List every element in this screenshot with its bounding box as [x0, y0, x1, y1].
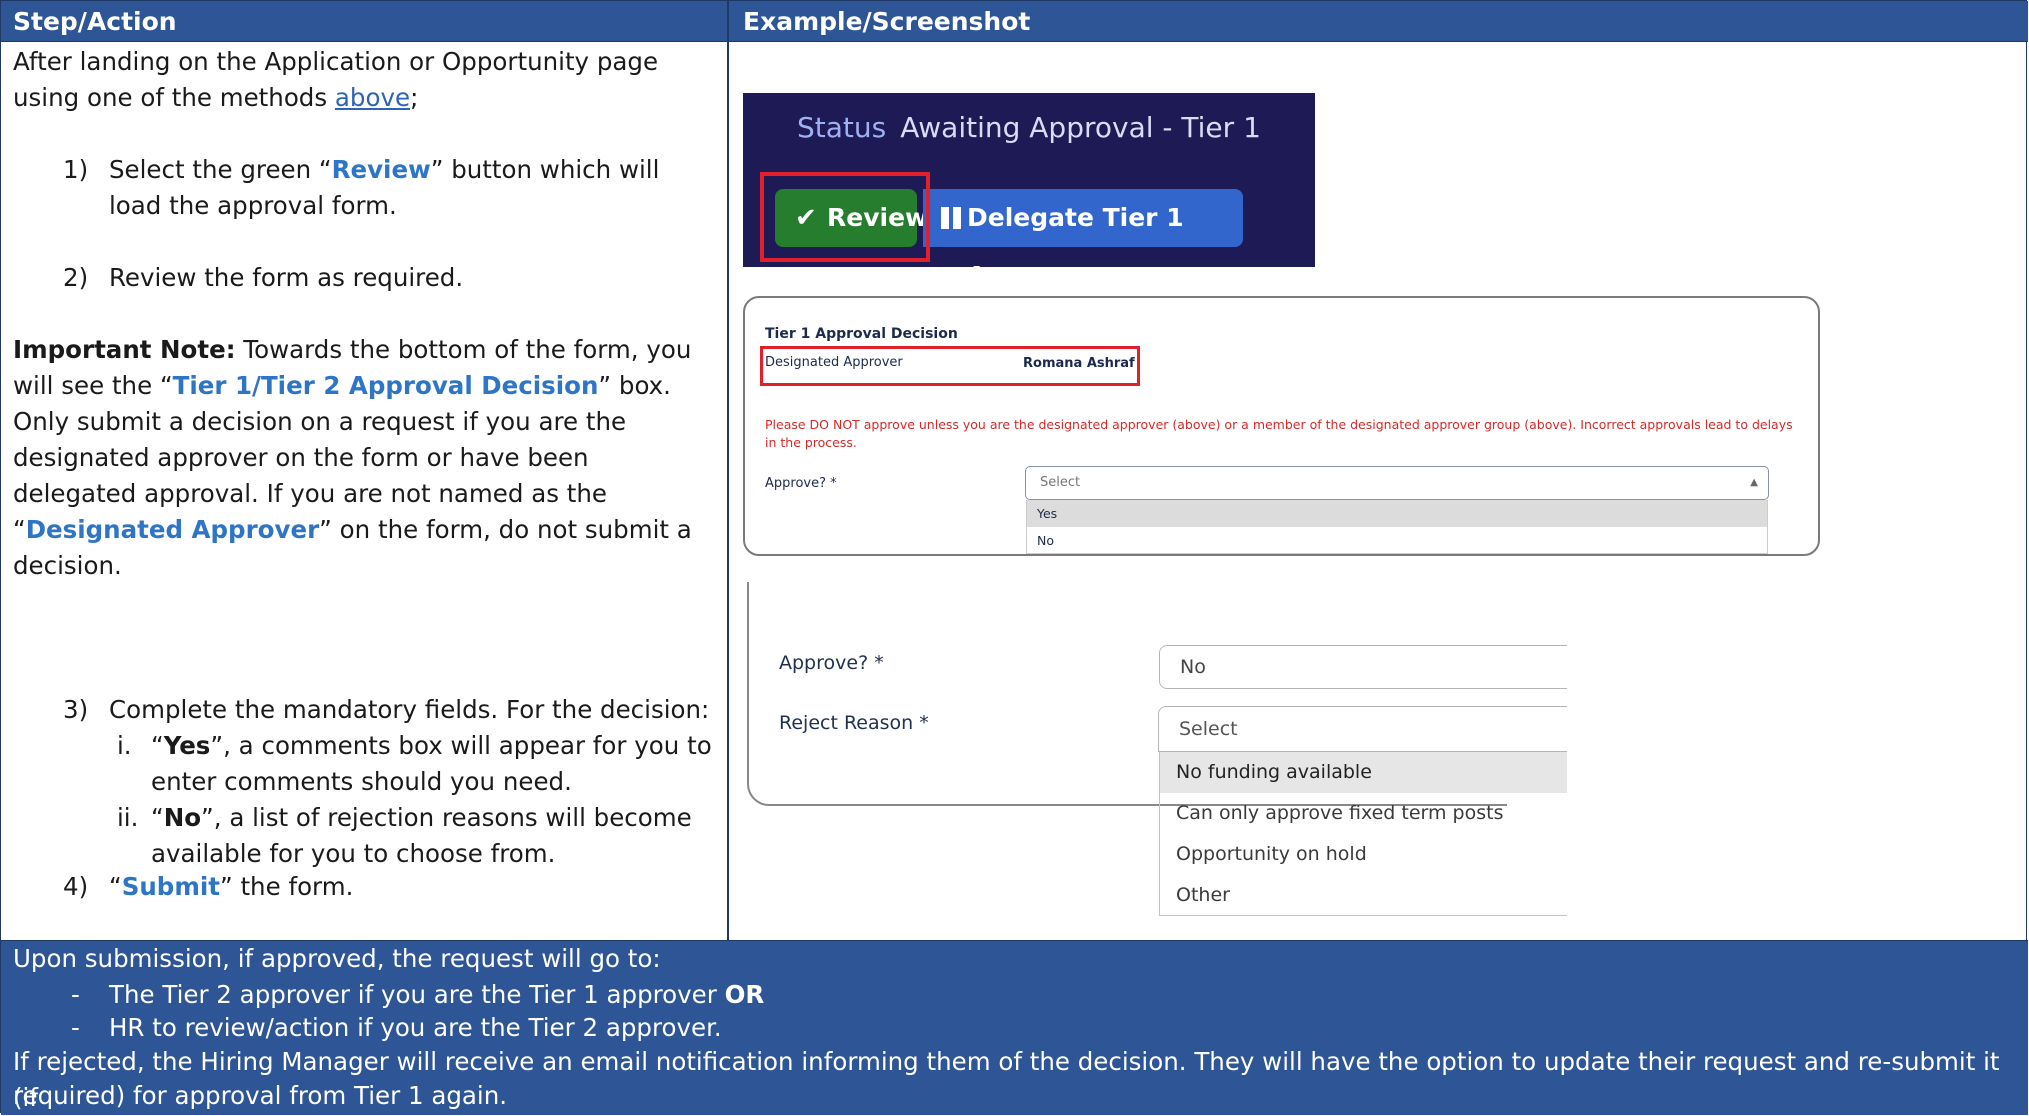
step-4-number: 4)	[63, 872, 89, 901]
header-step-action: Step/Action	[1, 1, 729, 42]
intro-end: ;	[410, 83, 419, 112]
approve-select[interactable]: Select ▲	[1025, 466, 1769, 500]
sub-i-text: “Yes”, a comments box will appear for yo…	[151, 728, 716, 800]
approve-label: Approve? *	[779, 652, 884, 674]
approve-field[interactable]: No	[1159, 645, 1567, 689]
instruction-table: Step/Action Example/Screenshot After lan…	[0, 0, 2028, 1115]
approve-option-no[interactable]: No	[1026, 527, 1768, 554]
sub-ii-post: ”, a list of rejection reasons will beco…	[151, 803, 692, 868]
reject-option-on-hold[interactable]: Opportunity on hold	[1159, 834, 1567, 875]
pause-icon	[941, 207, 961, 229]
no-keyword: No	[163, 803, 202, 832]
reject-reason-screenshot: Approve? * No Reject Reason * Select No …	[747, 582, 1567, 920]
sub-i-pre: “	[151, 731, 164, 760]
important-note: Important Note: Towards the bottom of th…	[13, 332, 718, 584]
reject-reason-label: Reject Reason *	[779, 712, 929, 734]
delegate-approver-button[interactable]: Delegate Tier 1 Approver	[923, 189, 1243, 290]
reject-option-other[interactable]: Other	[1159, 875, 1567, 916]
designated-approver-keyword: Designated Approver	[25, 515, 320, 544]
or-keyword: OR	[724, 980, 765, 1009]
approve-option-yes[interactable]: Yes	[1026, 500, 1768, 527]
above-link[interactable]: above	[335, 83, 410, 112]
reject-reason-select[interactable]: Select	[1158, 706, 1567, 752]
approve-label: Approve? *	[765, 476, 837, 491]
approval-warning: Please DO NOT approve unless you are the…	[765, 417, 1793, 450]
sub-ii-text: “No”, a list of rejection reasons will b…	[151, 800, 716, 872]
review-highlight-box	[760, 172, 930, 262]
delegate-button-label: Delegate Tier 1 Approver	[967, 203, 1184, 290]
step-3-text: Complete the mandatory fields. For the d…	[109, 695, 710, 724]
approval-decision-title: Tier 1 Approval Decision	[765, 326, 958, 342]
step-1-text: Select the green “Review” button which w…	[109, 152, 709, 224]
reject-option-no-funding[interactable]: No funding available	[1159, 752, 1567, 793]
rejection-text-line2: required) for approval from Tier 1 again…	[13, 1081, 508, 1110]
outcome-row: Upon submission, if approved, the reques…	[1, 940, 2028, 1115]
approve-select-placeholder: Select	[1040, 475, 1081, 490]
sub-ii-number: ii.	[117, 803, 139, 832]
approval-decision-keyword: Tier 1/Tier 2 Approval Decision	[172, 371, 599, 400]
note-heading: Important Note:	[13, 335, 236, 364]
reject-option-fixed-term[interactable]: Can only approve fixed term posts	[1159, 793, 1567, 834]
outcome-tier2: The Tier 2 approver if you are the Tier …	[109, 977, 764, 1013]
step-1-number: 1)	[63, 155, 89, 184]
bullet-dash-2: -	[71, 1013, 80, 1042]
status-panel-screenshot: Status Awaiting Approval - Tier 1 ✔ Revie…	[743, 93, 1315, 290]
sub-i-number: i.	[117, 731, 132, 760]
submit-keyword: Submit	[121, 872, 220, 901]
sub-ii-pre: “	[151, 803, 164, 832]
review-keyword: Review	[331, 155, 431, 184]
step-1-pre: Select the green “	[109, 155, 332, 184]
intro-paragraph: After landing on the Application or Oppo…	[13, 44, 718, 116]
step-2-number: 2)	[63, 263, 89, 292]
outcome-intro: Upon submission, if approved, the reques…	[13, 944, 661, 973]
yes-keyword: Yes	[163, 731, 211, 760]
status-value: Awaiting Approval - Tier 1	[900, 111, 1261, 144]
sub-i-post: ”, a comments box will appear for you to…	[151, 731, 712, 796]
bullet-dash-1: -	[71, 980, 80, 1009]
designated-approver-highlight-box	[760, 346, 1140, 386]
step-4-text: “Submit” the form.	[109, 869, 709, 905]
header-example-screenshot: Example/Screenshot	[729, 1, 2028, 42]
approval-decision-screenshot: Tier 1 Approval Decision Designated Appr…	[743, 296, 1820, 556]
steps-cell: After landing on the Application or Oppo…	[1, 42, 729, 940]
step-2-text: Review the form as required.	[109, 263, 464, 292]
status-line: Status Awaiting Approval - Tier 1	[797, 111, 1261, 144]
screenshots-cell: Status Awaiting Approval - Tier 1 ✔ Revie…	[729, 42, 2028, 940]
step-3-number: 3)	[63, 695, 89, 724]
step-4-pre: “	[109, 872, 122, 901]
status-label: Status	[797, 111, 887, 144]
caret-up-icon: ▲	[1750, 477, 1758, 488]
step-4-post: ” the form.	[219, 872, 354, 901]
outcome-tier2-text: The Tier 2 approver if you are the Tier …	[109, 980, 725, 1009]
outcome-hr: HR to review/action if you are the Tier …	[109, 1013, 722, 1042]
